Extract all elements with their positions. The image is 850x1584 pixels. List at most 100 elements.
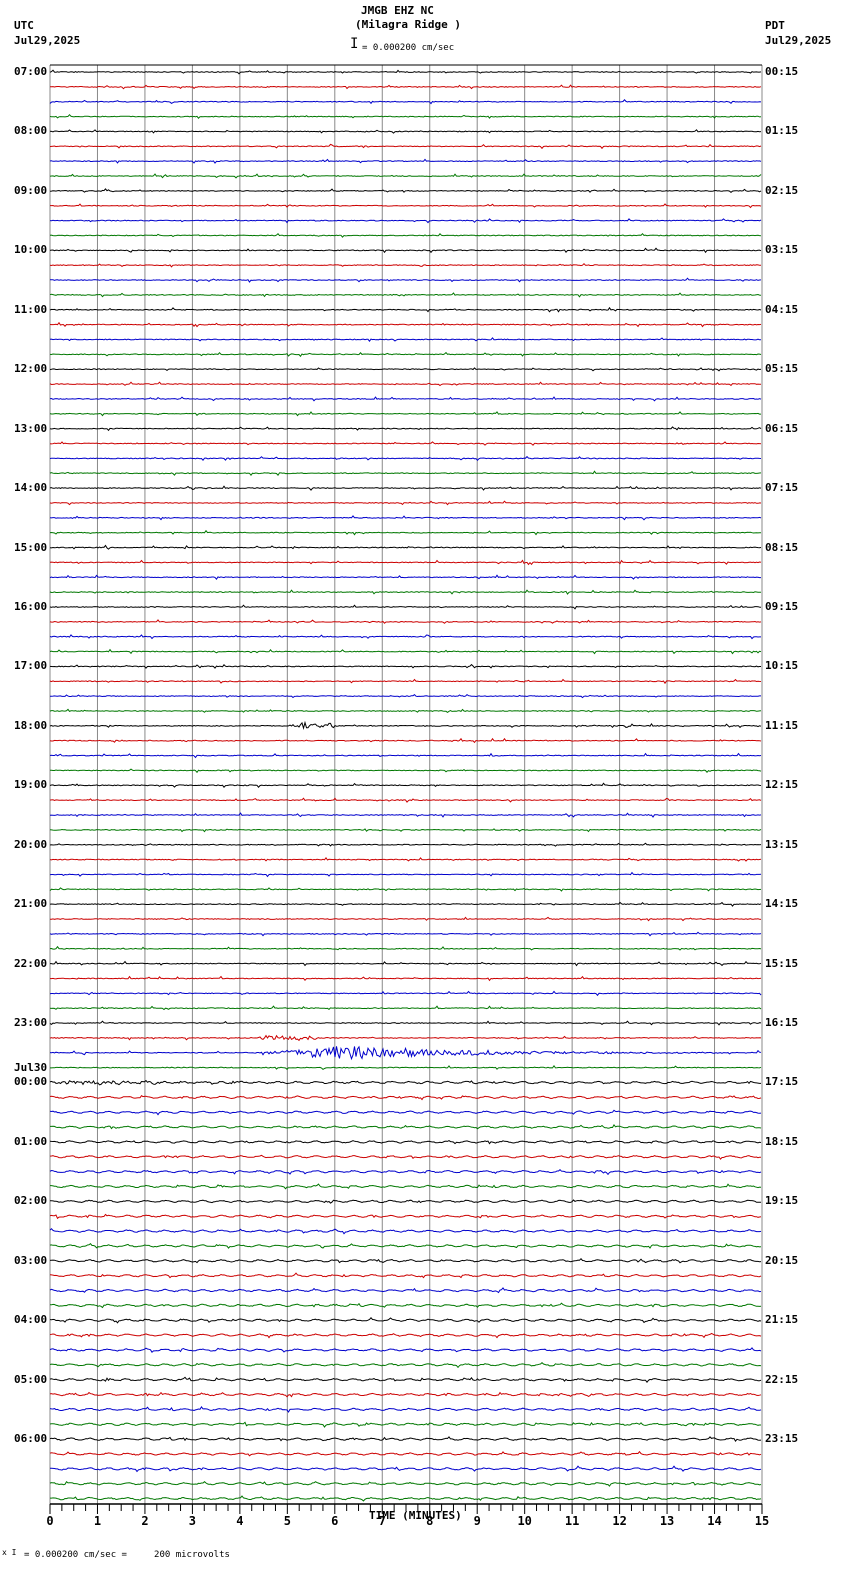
seismic-trace	[50, 1124, 762, 1130]
seismic-trace	[49, 426, 762, 432]
seismic-trace	[50, 1183, 762, 1190]
seismic-trace	[49, 752, 762, 759]
seismic-trace	[49, 945, 762, 951]
seismic-trace	[49, 515, 762, 521]
x-tick-label: 13	[660, 1514, 674, 1528]
seismic-trace	[49, 619, 762, 624]
seismic-trace	[49, 173, 762, 179]
seismic-trace	[50, 975, 762, 982]
x-tick-label: 5	[284, 1514, 291, 1528]
seismic-trace	[49, 559, 762, 566]
seismic-trace	[49, 247, 762, 254]
x-tick-label: 9	[474, 1514, 481, 1528]
seismic-trace	[50, 1495, 762, 1502]
seismic-trace	[49, 1079, 761, 1086]
seismic-trace	[49, 842, 762, 847]
seismic-trace	[49, 381, 762, 387]
x-tick-label: 14	[707, 1514, 721, 1528]
x-tick-label: 0	[46, 1514, 53, 1528]
seismic-trace	[49, 871, 762, 878]
x-tick-label: 6	[331, 1514, 338, 1528]
seismic-trace	[50, 960, 762, 967]
seismic-trace	[49, 485, 762, 491]
seismic-trace	[49, 262, 761, 268]
seismic-trace	[49, 604, 762, 610]
seismic-trace	[49, 1045, 762, 1061]
seismic-trace	[49, 797, 762, 803]
seismic-trace	[49, 1391, 762, 1398]
seismic-trace	[49, 1272, 762, 1279]
seismic-trace	[49, 367, 762, 372]
x-tick-label: 7	[379, 1514, 386, 1528]
seismic-trace	[49, 1169, 762, 1176]
seismic-trace	[49, 1406, 762, 1413]
seismic-trace	[49, 1243, 762, 1249]
seismic-trace	[49, 544, 762, 550]
seismic-trace	[49, 1347, 762, 1353]
seismic-trace	[49, 470, 762, 477]
seismic-trace	[49, 306, 762, 313]
seismic-trace	[49, 901, 762, 907]
seismic-trace	[49, 1140, 762, 1145]
seismic-trace	[49, 158, 762, 164]
seismogram-plot: 0 1 2 3 4 5 6 7 8 9 10 11 12 13 14 15	[46, 64, 769, 1528]
seismic-trace	[49, 887, 762, 892]
seismic-trace	[49, 678, 762, 685]
seismic-trace	[49, 1034, 762, 1042]
seismic-trace	[50, 203, 762, 209]
seismic-trace	[49, 768, 762, 774]
seismic-trace	[49, 1095, 762, 1101]
seismic-trace	[49, 589, 762, 595]
seismic-trace	[49, 1332, 762, 1339]
seismic-trace	[49, 1005, 762, 1011]
seismic-trace	[50, 1302, 762, 1309]
seismic-trace	[49, 648, 762, 655]
x-tick-label: 2	[141, 1514, 148, 1528]
seismic-trace	[49, 337, 762, 343]
seismic-trace	[49, 856, 762, 862]
seismic-trace	[49, 1450, 762, 1457]
seismic-trace	[49, 396, 762, 402]
x-tick-label: 3	[189, 1514, 196, 1528]
seismic-trace	[49, 143, 762, 150]
seismic-trace	[49, 916, 762, 922]
seismic-trace	[49, 455, 762, 462]
seismic-trace	[49, 351, 762, 358]
x-tick-label: 15	[755, 1514, 769, 1528]
seismic-trace	[49, 321, 762, 328]
seismic-trace	[49, 69, 762, 75]
seismic-trace	[49, 1020, 762, 1026]
seismic-trace	[49, 129, 762, 134]
seismic-trace	[49, 1421, 761, 1428]
seismic-trace	[49, 500, 762, 506]
x-tick-label: 4	[236, 1514, 243, 1528]
helicorder: JMGB EHZ NC (Milagra Ridge ) UTC Jul29,2…	[0, 0, 850, 1584]
seismic-trace	[49, 99, 762, 105]
seismic-trace	[49, 1436, 762, 1442]
seismic-trace	[49, 218, 762, 224]
seismic-trace	[49, 292, 762, 298]
seismic-trace	[49, 188, 762, 194]
seismic-trace	[50, 1199, 762, 1204]
seismic-trace	[49, 1317, 762, 1324]
seismic-trace	[50, 1064, 762, 1071]
seismic-trace	[49, 663, 761, 669]
seismic-trace	[49, 828, 762, 833]
seismic-trace	[49, 574, 761, 581]
seismic-trace	[49, 277, 762, 283]
seismic-trace	[50, 1465, 762, 1473]
seismic-trace	[49, 1154, 762, 1160]
seismic-trace	[49, 1362, 762, 1369]
seismic-trace	[49, 737, 762, 744]
x-tick-label: 10	[517, 1514, 531, 1528]
seismic-trace	[49, 931, 762, 937]
seismic-trace	[49, 1227, 762, 1235]
seismic-trace	[49, 1109, 762, 1116]
seismic-trace	[49, 693, 761, 699]
seismic-trace	[49, 990, 762, 997]
x-tick-label: 12	[612, 1514, 626, 1528]
x-tick-label: 1	[94, 1514, 101, 1528]
seismic-trace	[49, 634, 761, 640]
x-tick-label: 11	[565, 1514, 579, 1528]
seismic-trace	[49, 720, 762, 730]
